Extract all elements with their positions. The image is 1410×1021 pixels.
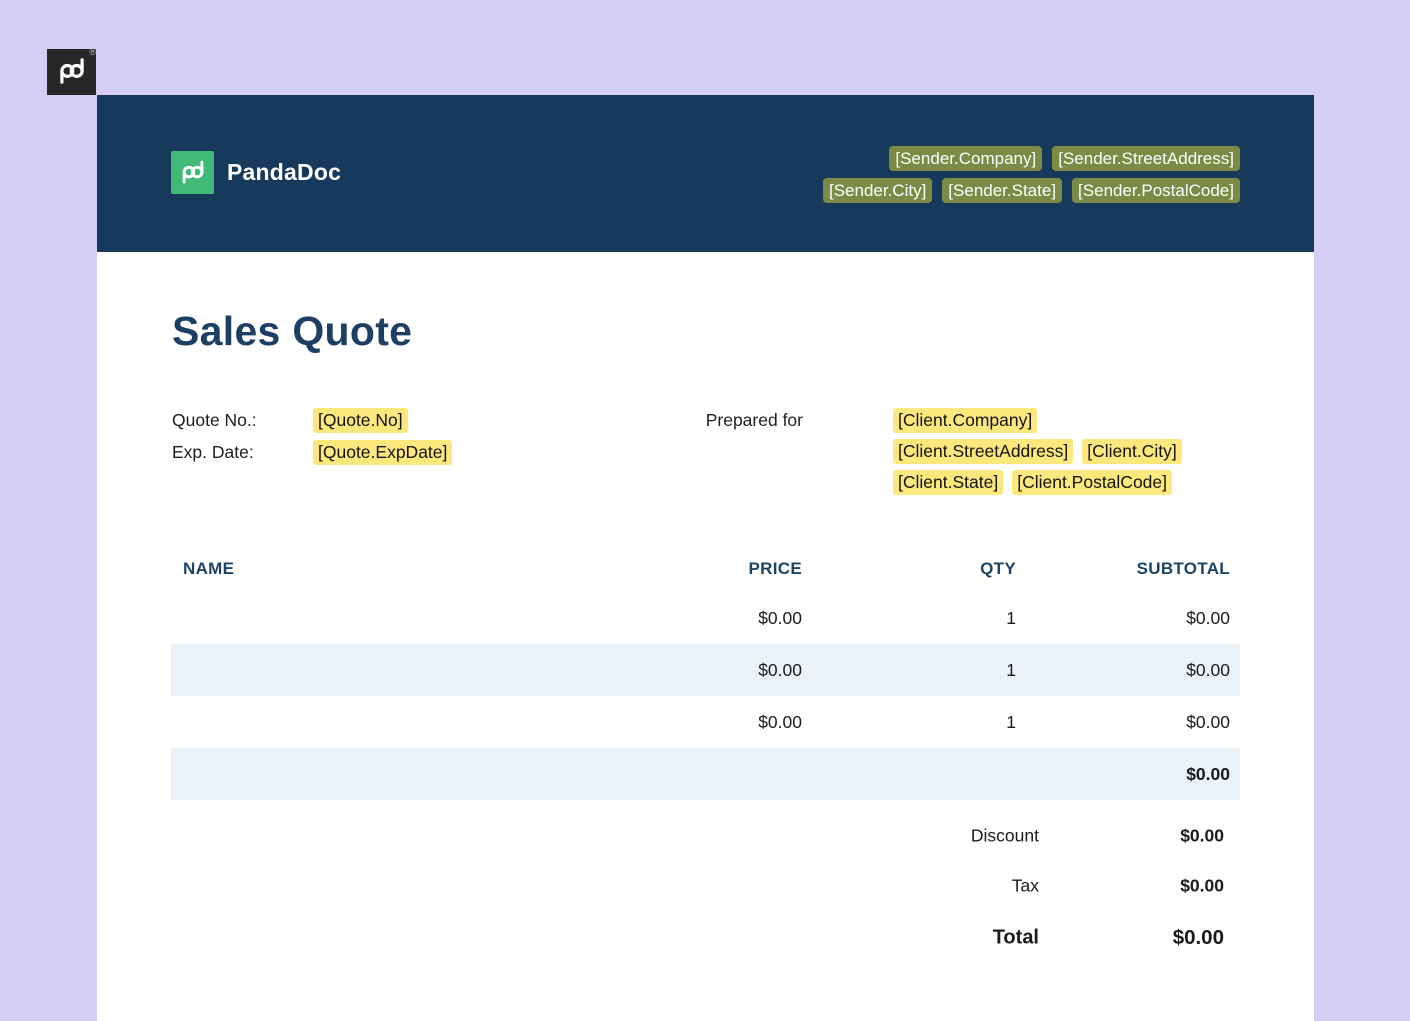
client-line-1: [Client.Company] <box>893 405 1037 436</box>
item-subtotal-cell: $0.00 <box>1016 608 1240 629</box>
column-header-name: NAME <box>171 559 592 579</box>
client-state-placeholder[interactable]: [Client.State] <box>893 470 1003 495</box>
client-postalcode-placeholder[interactable]: [Client.PostalCode] <box>1012 470 1172 495</box>
tax-label: Tax <box>1012 876 1039 897</box>
client-line-2: [Client.StreetAddress] [Client.City] <box>893 436 1182 467</box>
total-label: Total <box>993 927 1039 950</box>
registered-trademark-symbol: ® <box>89 48 96 57</box>
table-row[interactable]: $0.00 1 $0.00 <box>171 696 1240 748</box>
sender-line-2: [Sender.City] [Sender.State] [Sender.Pos… <box>823 178 1240 203</box>
brand-wordmark: PandaDoc <box>227 159 341 186</box>
sender-company-placeholder[interactable]: [Sender.Company] <box>889 146 1042 171</box>
exp-date-placeholder[interactable]: [Quote.ExpDate] <box>313 440 452 465</box>
sales-quote-document: PandaDoc [Sender.Company] [Sender.Street… <box>97 95 1314 1021</box>
client-street-placeholder[interactable]: [Client.StreetAddress] <box>893 439 1073 464</box>
tax-row: Tax $0.00 <box>97 861 1314 911</box>
client-address-block: [Client.Company] [Client.StreetAddress] … <box>893 405 1182 498</box>
items-table: NAME PRICE QTY SUBTOTAL $0.00 1 $0.00 $0… <box>171 545 1240 800</box>
exp-date-label: Exp. Date: <box>172 437 257 469</box>
client-line-3: [Client.State] [Client.PostalCode] <box>893 467 1172 498</box>
item-subtotal-cell: $0.00 <box>1016 660 1240 681</box>
column-header-price: PRICE <box>592 559 802 579</box>
item-qty-cell: 1 <box>802 608 1016 629</box>
pandadoc-mark-icon <box>171 151 214 194</box>
sender-city-placeholder[interactable]: [Sender.City] <box>823 178 932 203</box>
table-row[interactable]: $0.00 1 $0.00 <box>171 592 1240 644</box>
items-subtotal-value: $0.00 <box>1016 764 1240 785</box>
sender-line-1: [Sender.Company] [Sender.StreetAddress] <box>889 146 1240 171</box>
tax-value: $0.00 <box>1180 876 1224 897</box>
column-header-qty: QTY <box>802 559 1016 579</box>
client-city-placeholder[interactable]: [Client.City] <box>1082 439 1181 464</box>
pandadoc-mark-icon <box>55 55 89 89</box>
pandadoc-watermark-logo: ® <box>47 49 96 95</box>
client-company-placeholder[interactable]: [Client.Company] <box>893 408 1037 433</box>
document-header: PandaDoc [Sender.Company] [Sender.Street… <box>97 95 1314 252</box>
sender-street-placeholder[interactable]: [Sender.StreetAddress] <box>1052 146 1240 171</box>
total-value: $0.00 <box>1173 926 1224 950</box>
item-price-cell: $0.00 <box>592 608 802 629</box>
item-subtotal-cell: $0.00 <box>1016 712 1240 733</box>
totals-section: Discount $0.00 Tax $0.00 Total $0.00 <box>97 811 1314 965</box>
table-row[interactable]: $0.00 1 $0.00 <box>171 644 1240 696</box>
item-price-cell: $0.00 <box>592 712 802 733</box>
table-header-row: NAME PRICE QTY SUBTOTAL <box>171 545 1240 592</box>
page-title: Sales Quote <box>172 308 412 355</box>
sender-state-placeholder[interactable]: [Sender.State] <box>942 178 1062 203</box>
prepared-for-label: Prepared for <box>97 405 803 437</box>
column-header-subtotal: SUBTOTAL <box>1016 559 1240 579</box>
discount-label: Discount <box>971 826 1039 847</box>
discount-row: Discount $0.00 <box>97 811 1314 861</box>
item-qty-cell: 1 <box>802 712 1016 733</box>
items-subtotal-row: $0.00 <box>171 748 1240 800</box>
total-row: Total $0.00 <box>97 911 1314 965</box>
item-qty-cell: 1 <box>802 660 1016 681</box>
page: ® PandaDoc [Sender.Company] <box>0 0 1410 1021</box>
item-price-cell: $0.00 <box>592 660 802 681</box>
sender-address-block: [Sender.Company] [Sender.StreetAddress] … <box>823 146 1240 203</box>
discount-value: $0.00 <box>1180 826 1224 847</box>
brand-logo: PandaDoc <box>171 151 341 194</box>
sender-postalcode-placeholder[interactable]: [Sender.PostalCode] <box>1072 178 1240 203</box>
